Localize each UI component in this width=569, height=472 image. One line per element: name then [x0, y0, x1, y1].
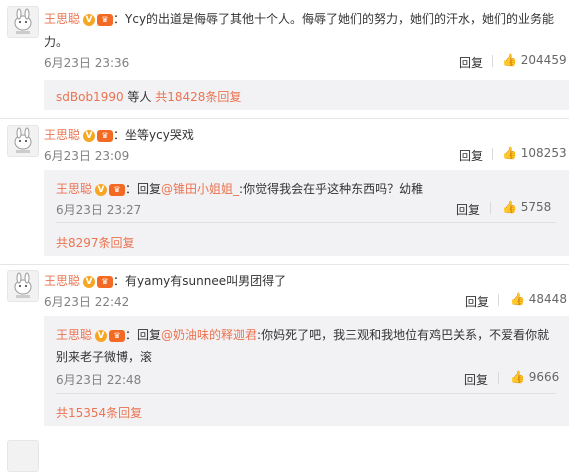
username[interactable]: 王思聪	[44, 12, 80, 26]
avatar[interactable]	[7, 270, 39, 302]
reply-separator	[56, 393, 556, 394]
reply-user-link[interactable]: sdBob1990	[56, 90, 124, 104]
vip-crown-icon: ♛	[97, 275, 114, 288]
avatar[interactable]	[7, 125, 39, 157]
divider	[498, 294, 499, 306]
username[interactable]: 王思聪	[44, 128, 80, 142]
divider	[492, 148, 493, 160]
reply-box: 王思聪 V ♛ ：回复@锥田小姐姐_:你觉得我会在乎这种东西吗？幼稚 6月23日 23…	[44, 170, 569, 256]
reply-summary-text: 等人	[123, 90, 156, 104]
mention-link[interactable]: @奶油味的释迦君	[161, 328, 257, 342]
reply-body: :你妈死了吧，我三观和我地位有鸡巴关系，不爱看你就	[257, 328, 550, 342]
reply-prefix: ：回复	[125, 182, 162, 196]
timestamp: 6月23日 23:09	[44, 149, 130, 163]
rabbit-avatar-icon	[14, 127, 32, 153]
vip-crown-icon: ♛	[109, 183, 126, 196]
mention-link[interactable]: @锥田小姐姐_	[161, 182, 239, 196]
comment-text: 王思聪 V ♛ ：有yamy有sunnee叫男团得了	[44, 272, 286, 289]
verified-icon: V	[83, 129, 96, 142]
rabbit-avatar-icon	[14, 8, 32, 34]
reply-separator	[56, 222, 556, 223]
reply-like-count: 9666	[528, 370, 560, 384]
like-button[interactable]: 👍 48448	[510, 292, 567, 306]
divider	[498, 372, 499, 384]
thumbs-up-icon: 👍	[502, 200, 517, 214]
more-replies-link[interactable]: 共18428条回复	[155, 90, 241, 104]
verified-icon: V	[95, 183, 108, 196]
vip-crown-icon: ♛	[109, 329, 126, 342]
divider	[492, 55, 493, 67]
verified-icon: V	[83, 13, 96, 26]
like-button[interactable]: 👍 108253	[502, 146, 567, 160]
reply-button[interactable]: 回复	[465, 293, 489, 310]
like-count: 48448	[528, 292, 567, 306]
thumbs-up-icon: 👍	[502, 146, 517, 160]
reply-text-line2: 别来老子微博，滚	[56, 350, 153, 364]
reply-button[interactable]: 回复	[459, 147, 483, 164]
reply-like-button[interactable]: 👍 9666	[510, 370, 559, 384]
reply-text: 王思聪 V ♛ ：回复@锥田小姐姐_:你觉得我会在乎这种东西吗？幼稚	[56, 180, 423, 197]
comment-separator	[0, 264, 569, 265]
timestamp: 6月23日 23:36	[44, 56, 130, 70]
more-replies-link[interactable]: 共8297条回复	[56, 234, 135, 251]
comment-body: ：坐等ycy哭戏	[113, 128, 194, 142]
reply-summary-box: sdBob1990 等人 共18428条回复	[44, 80, 569, 110]
reply-like-button[interactable]: 👍 5758	[502, 200, 551, 214]
reply-timestamp: 6月23日 22:48	[56, 373, 142, 387]
comment-separator	[0, 118, 569, 119]
reply-text-line1: 王思聪 V ♛ ：回复@奶油味的释迦君:你妈死了吧，我三观和我地位有鸡巴关系，不爱看你…	[56, 326, 549, 343]
rabbit-avatar-icon	[14, 272, 32, 298]
divider	[490, 202, 491, 214]
thumbs-up-icon: 👍	[502, 53, 517, 67]
reply-reply-button[interactable]: 回复	[456, 201, 480, 218]
thumbs-up-icon: 👍	[510, 370, 525, 384]
reply-body: :你觉得我会在乎这种东西吗？幼稚	[239, 182, 424, 196]
vip-crown-icon: ♛	[97, 13, 114, 26]
reply-button[interactable]: 回复	[459, 54, 483, 71]
timestamp: 6月23日 22:42	[44, 295, 130, 309]
vip-crown-icon: ♛	[97, 129, 114, 142]
verified-icon: V	[95, 329, 108, 342]
reply-timestamp: 6月23日 23:27	[56, 203, 142, 217]
reply-username[interactable]: 王思聪	[56, 328, 92, 342]
reply-like-count: 5758	[520, 200, 552, 214]
like-count: 108253	[520, 146, 567, 160]
like-count: 204459	[520, 53, 567, 67]
more-replies-link[interactable]: 共15354条回复	[56, 404, 142, 421]
verified-icon: V	[83, 275, 96, 288]
comment-text-line2: 力。	[44, 35, 69, 49]
reply-box: 王思聪 V ♛ ：回复@奶油味的释迦君:你妈死了吧，我三观和我地位有鸡巴关系，不爱看你…	[44, 316, 569, 426]
comment-body: ：有yamy有sunnee叫男团得了	[113, 274, 287, 288]
comment-text: 王思聪 V ♛ ：坐等ycy哭戏	[44, 126, 194, 143]
reply-reply-button[interactable]: 回复	[464, 371, 488, 388]
reply-username[interactable]: 王思聪	[56, 182, 92, 196]
username[interactable]: 王思聪	[44, 274, 80, 288]
avatar[interactable]	[7, 6, 39, 38]
reply-prefix: ：回复	[125, 328, 162, 342]
comment-text-line1: 王思聪 V ♛ ：Ycy的出道是侮辱了其他十个人。侮辱了她们的努力，她们的汗水，她们的…	[44, 10, 554, 27]
reply-summary: sdBob1990 等人 共18428条回复	[56, 88, 241, 105]
avatar[interactable]	[7, 440, 39, 472]
thumbs-up-icon: 👍	[510, 292, 525, 306]
comment-text: ：Ycy的出道是侮辱了其他十个人。侮辱了她们的努力，她们的汗水，她们的业务能	[113, 12, 555, 26]
like-button[interactable]: 👍 204459	[502, 53, 567, 67]
